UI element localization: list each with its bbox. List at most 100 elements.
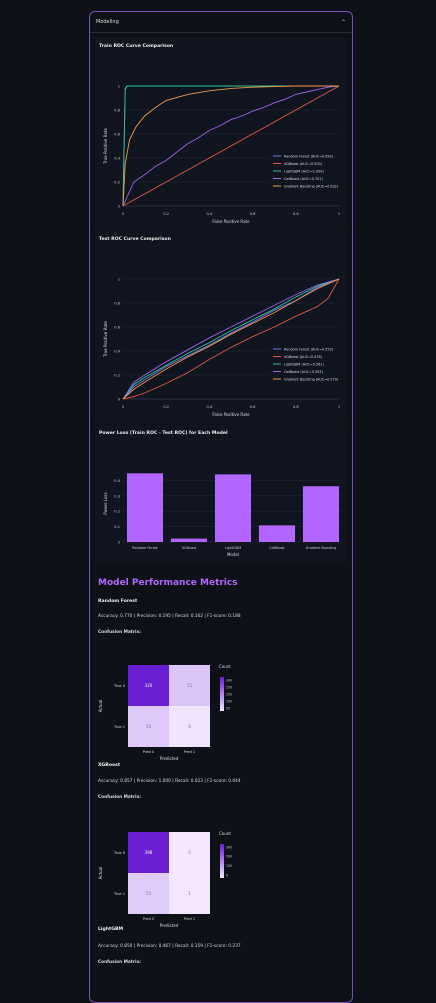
chevron-up-icon[interactable]: ⌃	[341, 19, 346, 26]
cm-xgboost-colorbar	[220, 844, 224, 878]
cm-random-forest-cell-value: 55	[187, 683, 193, 688]
power-loss-xtick-label: Gradient Boosting	[306, 546, 337, 550]
test-roc-legend-entry: Random Forest (AUC=0.553)	[284, 347, 334, 351]
cm-random-forest-x-axis-label: Predicted	[160, 756, 179, 761]
metrics-summary-random-forest: Accuracy: 0.770 | Precision: 0.195 | Rec…	[98, 614, 241, 619]
train-roc-xtick-label: 0	[122, 212, 125, 216]
power-loss-ytick-label: 0.2	[114, 510, 120, 514]
cm-label-lightgbm: Confusion Matrix:	[98, 960, 141, 965]
power-loss-xtick-label: LightGBM	[225, 546, 241, 550]
confusion-matrix-xgboost: 398 0 53 1 True 0 True 1 Pred 0 Pred 1 Predicted…	[98, 831, 232, 928]
test-roc-xtick-label: 0.6	[250, 405, 256, 409]
model-name-xgboost: XGBoost	[98, 763, 121, 768]
train-roc-ytick-label: 0.6	[114, 133, 120, 137]
train-roc-chart-card: Train ROC Curve Comparison 0 0.2 0.4 0.6 0.8…	[95, 38, 347, 230]
cm-random-forest-xtick-label: Pred 0	[143, 750, 155, 754]
model-name-lightgbm: LightGBM	[98, 927, 124, 932]
cm-xgboost-cell-value: 1	[188, 891, 191, 896]
cm-xgboost-colorbar-tick: 300	[226, 845, 232, 849]
model-name-random-forest: Random Forest	[98, 599, 138, 604]
power-loss-chart: 0 0.1 0.2 0.3 0.4 Random Forest XGBoost LightGB…	[103, 473, 343, 557]
test-roc-legend-entry: CatBoost (AUC=0.593)	[284, 370, 323, 374]
cm-random-forest-ytick-label: True 1	[113, 725, 125, 729]
test-roc-xtick-label: 0.4	[207, 405, 213, 409]
cm-random-forest-colorbar-tick: 50	[226, 706, 230, 710]
test-roc-ytick-label: 0.8	[114, 302, 120, 306]
cm-label-xgboost: Confusion Matrix:	[98, 795, 141, 800]
train-roc-chart: 0 0.2 0.4 0.6 0.8 1 0 0.2 0.4 0.6 0.8 1 False Positi…	[103, 85, 342, 224]
train-roc-xtick-label: 0.2	[163, 212, 169, 216]
power-loss-bar	[302, 486, 340, 542]
cm-xgboost-y-axis-label: Actual	[98, 867, 103, 880]
test-roc-xtick-label: 1	[338, 405, 340, 409]
cm-xgboost-ytick-label: True 0	[113, 851, 126, 855]
cm-xgboost-ytick-label: True 1	[113, 892, 125, 896]
cm-random-forest-cell-value: 50	[146, 724, 152, 729]
test-roc-title: Test ROC Curve Comparison	[99, 237, 171, 242]
test-roc-ytick-label: 0.4	[114, 350, 120, 354]
power-loss-bar	[214, 474, 252, 542]
metrics-summary-xgboost: Accuracy: 0.857 | Precision: 1.000 | Rec…	[98, 779, 241, 784]
test-roc-ytick-label: 0.6	[114, 326, 120, 330]
test-roc-y-axis-label: True Positive Rate	[103, 321, 108, 358]
cm-xgboost-cell-value: 0	[188, 850, 191, 855]
train-roc-ytick-label: 1	[118, 85, 120, 89]
power-loss-ytick-label: 0	[118, 541, 121, 545]
cm-random-forest-colorbar	[220, 677, 224, 711]
train-roc-ytick-label: 0.2	[114, 181, 120, 185]
test-roc-xtick-label: 0	[122, 405, 125, 409]
cm-xgboost-colorbar-tick: 0	[226, 873, 228, 877]
cm-random-forest-cell-value: 8	[188, 724, 191, 729]
power-loss-x-axis-label: Model	[227, 552, 239, 557]
test-roc-ytick-label: 1	[118, 278, 120, 282]
cm-xgboost-xtick-label: Pred 0	[143, 917, 155, 921]
power-loss-title: Power Loss (Train ROC - Test ROC) for Ea…	[99, 431, 228, 436]
test-roc-chart: 0 0.2 0.4 0.6 0.8 1 0 0.2 0.4 0.6 0.8 1 False Positi…	[103, 278, 342, 417]
power-loss-xtick-label: CatBoost	[269, 546, 285, 550]
test-roc-ytick-label: 0	[118, 398, 121, 402]
cm-xgboost-colorbar-tick: 100	[226, 864, 232, 868]
power-loss-bar	[126, 473, 164, 542]
cm-random-forest-xtick-label: Pred 1	[184, 750, 195, 754]
cm-random-forest-y-axis-label: Actual	[98, 700, 103, 713]
test-roc-xtick-label: 0.2	[163, 405, 169, 409]
train-roc-legend-entry: Random Forest (AUC=0.999)	[284, 154, 334, 158]
cm-xgboost-colorbar-title: Count	[219, 831, 231, 836]
power-loss-chart-card: Power Loss (Train ROC - Test ROC) for Ea…	[95, 425, 347, 563]
train-roc-title: Train ROC Curve Comparison	[99, 44, 174, 49]
test-roc-legend-entry: Gradient Boosting (AUC=0.570)	[284, 377, 339, 381]
cm-xgboost-xtick-label: Pred 1	[184, 917, 195, 921]
test-roc-x-axis-label: False Positive Rate	[212, 412, 250, 417]
train-roc-xtick-label: 0.8	[293, 212, 299, 216]
train-roc-legend-entry: CatBoost (AUC=0.701)	[284, 177, 323, 181]
metrics-summary-lightgbm: Accuracy: 0.850 | Precision: 0.467 | Rec…	[98, 944, 241, 949]
power-loss-xtick-label: Random Forest	[132, 546, 158, 550]
test-roc-xtick-label: 0.8	[293, 405, 299, 409]
power-loss-ytick-label: 0.4	[114, 479, 120, 483]
expander-title: Modeling	[96, 19, 119, 25]
train-roc-ytick-label: 0	[118, 205, 121, 209]
modeling-expander: Modeling ⌃ Train ROC Curve Comparison 00…	[89, 11, 353, 1003]
power-loss-xtick-label: XGBoost	[182, 546, 197, 550]
train-roc-ytick-label: 0.8	[114, 109, 120, 113]
power-loss-bar	[170, 538, 208, 542]
confusion-matrix-random-forest: 320 55 50 8 True 0 True 1 Pred 0 Pred 1 Predicte…	[98, 664, 232, 761]
train-roc-legend-entry: XGBoost (AUC=0.500)	[284, 162, 323, 166]
train-roc-xtick-label: 0.4	[207, 212, 213, 216]
test-roc-legend-entry: XGBoost (AUC=0.478)	[284, 355, 323, 359]
metrics-section-title: Model Performance Metrics	[98, 578, 238, 588]
cm-xgboost-x-axis-label: Predicted	[160, 923, 179, 928]
cm-random-forest-colorbar-tick: 250	[226, 685, 232, 689]
train-roc-x-axis-label: False Positive Rate	[212, 219, 250, 224]
cm-random-forest-colorbar-tick: 150	[226, 692, 232, 696]
power-loss-ytick-label: 0.3	[114, 494, 120, 498]
expander-header[interactable]: Modeling ⌃	[90, 12, 352, 33]
train-roc-xtick-label: 1	[338, 212, 340, 216]
power-loss-ytick-label: 0.1	[114, 525, 120, 529]
train-roc-ytick-label: 0.4	[114, 157, 120, 161]
power-loss-y-axis-label: Power Loss	[103, 492, 108, 514]
cm-random-forest-ytick-label: True 0	[113, 684, 126, 688]
test-roc-legend-entry: LightGBM (AUC=0.561)	[284, 362, 324, 366]
cm-xgboost-colorbar-tick: 200	[226, 855, 232, 859]
cm-label-random-forest: Confusion Matrix:	[98, 630, 141, 635]
